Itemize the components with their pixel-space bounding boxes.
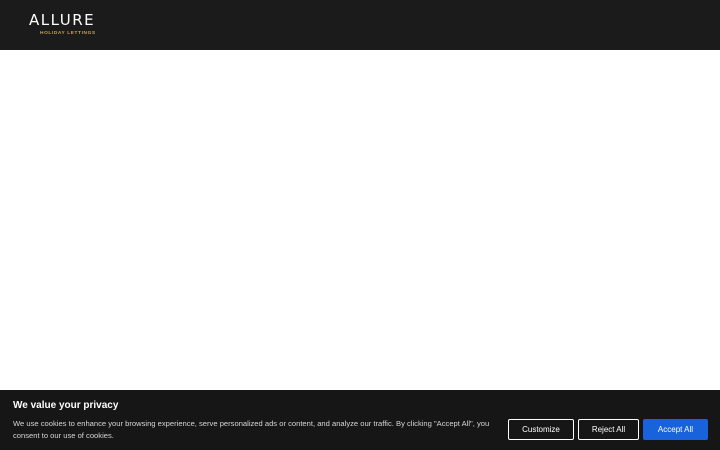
page-content bbox=[0, 50, 720, 390]
site-logo[interactable]: ALLURE HOLIDAY LETTINGS bbox=[29, 12, 109, 36]
customize-button[interactable]: Customize bbox=[508, 419, 574, 440]
cookie-description: We use cookies to enhance your browsing … bbox=[13, 419, 490, 440]
accept-all-button[interactable]: Accept All bbox=[643, 419, 708, 440]
site-header: ALLURE HOLIDAY LETTINGS bbox=[0, 0, 720, 50]
logo-wordmark: ALLURE bbox=[29, 11, 96, 29]
reject-all-button[interactable]: Reject All bbox=[578, 419, 639, 440]
cookie-title: We value your privacy bbox=[13, 400, 119, 411]
logo-tagline: HOLIDAY LETTINGS bbox=[40, 31, 96, 36]
